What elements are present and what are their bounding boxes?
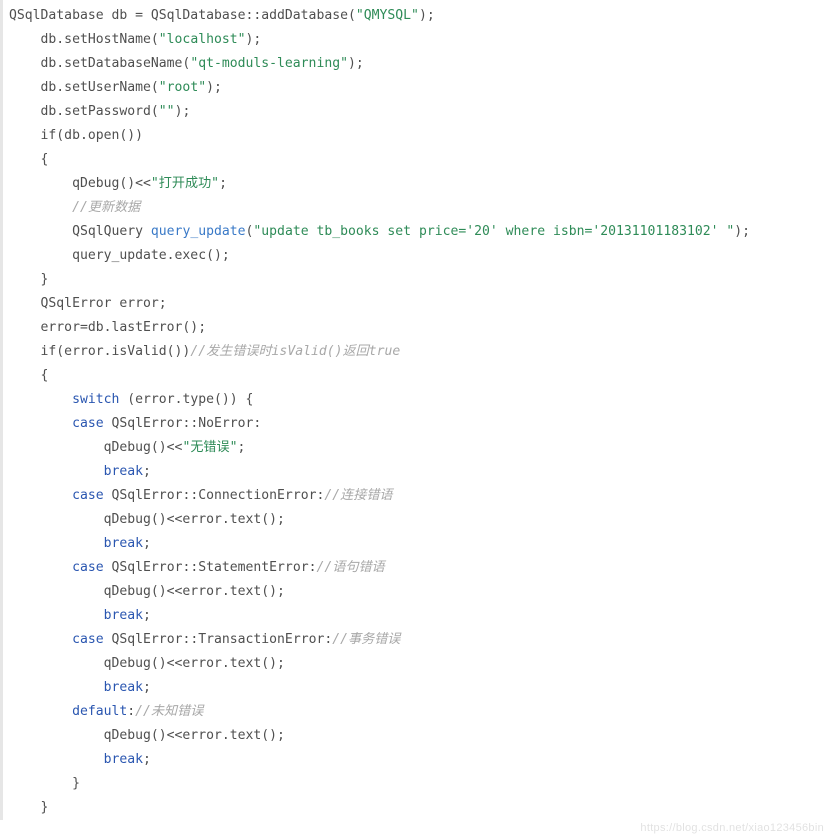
code-line	[9, 560, 72, 575]
code-line: db.setDatabaseName(	[9, 56, 190, 71]
code-text: QSqlError::ConnectionError:	[104, 488, 325, 503]
comment: //未知错误	[135, 704, 203, 719]
code-line: qDebug()<<error.text();	[9, 656, 285, 671]
code-line: {	[9, 152, 48, 167]
string-literal: ""	[159, 104, 175, 119]
code-text: ;	[219, 176, 227, 191]
comment: //发生错误时isValid()返回true	[190, 344, 400, 359]
watermark: https://blog.csdn.net/xiao123456bin	[640, 822, 824, 834]
code-line: }	[9, 800, 48, 815]
keyword: case	[72, 560, 104, 575]
code-line: error=db.lastError();	[9, 320, 206, 335]
string-literal: "qt-moduls-learning"	[190, 56, 348, 71]
code-line: if(error.isValid())	[9, 344, 190, 359]
code-line: }	[9, 776, 80, 791]
keyword: switch	[72, 392, 119, 407]
keyword: break	[104, 752, 143, 767]
comment: //语句错语	[316, 560, 384, 575]
code-line	[9, 752, 104, 767]
string-literal: "无错误"	[182, 440, 237, 455]
code-line: qDebug()<<	[9, 176, 151, 191]
code-line: qDebug()<<	[9, 440, 182, 455]
comment: //事务错误	[332, 632, 400, 647]
code-text: ;	[238, 440, 246, 455]
code-text: );	[419, 8, 435, 23]
keyword: default	[72, 704, 127, 719]
code-line: db.setHostName(	[9, 32, 159, 47]
keyword: case	[72, 416, 104, 431]
code-text: );	[175, 104, 191, 119]
string-literal: "打开成功"	[151, 176, 219, 191]
comment: //更新数据	[9, 200, 140, 215]
string-literal: "QMYSQL"	[356, 8, 419, 23]
string-literal: "localhost"	[159, 32, 246, 47]
keyword: case	[72, 632, 104, 647]
code-text: ;	[143, 680, 151, 695]
keyword: case	[72, 488, 104, 503]
code-line	[9, 680, 104, 695]
code-line: qDebug()<<error.text();	[9, 512, 285, 527]
code-text: );	[734, 224, 750, 239]
string-literal: "update tb_books set price='20' where is…	[253, 224, 734, 239]
code-line	[9, 608, 104, 623]
code-text: );	[348, 56, 364, 71]
code-line: db.setUserName(	[9, 80, 159, 95]
code-line	[9, 488, 72, 503]
code-text: ;	[143, 536, 151, 551]
comment: //连接错语	[324, 488, 392, 503]
code-block: QSqlDatabase db = QSqlDatabase::addDatab…	[0, 0, 832, 820]
code-text: ;	[143, 608, 151, 623]
keyword: break	[104, 680, 143, 695]
code-text: (error.type()) {	[119, 392, 253, 407]
code-line	[9, 392, 72, 407]
code-text: ;	[143, 464, 151, 479]
code-line: QSqlDatabase db = QSqlDatabase::addDatab…	[9, 8, 356, 23]
code-line: qDebug()<<error.text();	[9, 584, 285, 599]
code-line: QSqlError error;	[9, 296, 167, 311]
code-line: }	[9, 272, 48, 287]
code-text: QSqlError::NoError:	[104, 416, 262, 431]
code-text: );	[206, 80, 222, 95]
code-line: {	[9, 368, 48, 383]
string-literal: "root"	[159, 80, 206, 95]
keyword: break	[104, 536, 143, 551]
code-line: if(db.open())	[9, 128, 143, 143]
variable: query_update	[151, 224, 246, 239]
code-text: :	[127, 704, 135, 719]
keyword: break	[104, 608, 143, 623]
keyword: break	[104, 464, 143, 479]
code-line	[9, 704, 72, 719]
code-text: QSqlError::TransactionError:	[104, 632, 333, 647]
code-text: );	[246, 32, 262, 47]
code-line	[9, 416, 72, 431]
code-line: query_update.exec();	[9, 248, 230, 263]
code-line	[9, 464, 104, 479]
code-line: qDebug()<<error.text();	[9, 728, 285, 743]
code-text: ;	[143, 752, 151, 767]
code-line	[9, 536, 104, 551]
code-line: db.setPassword(	[9, 104, 159, 119]
code-line	[9, 632, 72, 647]
code-line: QSqlQuery	[9, 224, 151, 239]
code-text: QSqlError::StatementError:	[104, 560, 317, 575]
